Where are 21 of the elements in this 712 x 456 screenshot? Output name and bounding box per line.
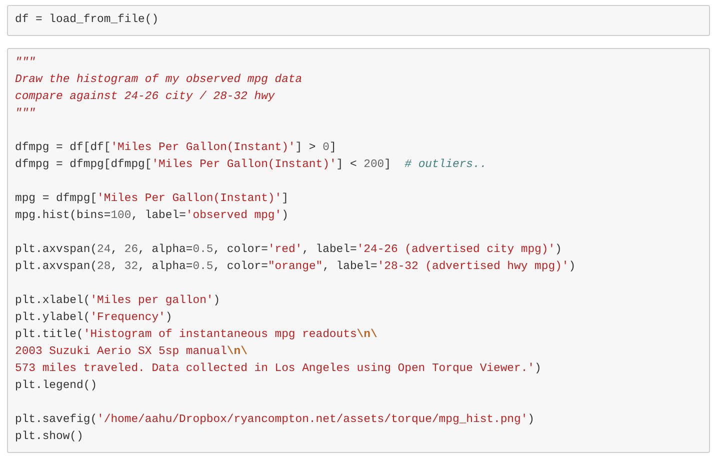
code-line: 2003 Suzuki Aerio SX 5sp manual\n\ xyxy=(15,344,248,360)
code-line: """ xyxy=(15,106,37,122)
code-line: plt.legend() xyxy=(15,378,98,394)
code-line: plt.axvspan(28, 32, alpha=0.5, color="orange", label='28-32 (advertised hwy mpg)') xyxy=(15,260,577,275)
code-cell[interactable]: df = load_from_file() xyxy=(7,5,710,36)
code-line: mpg.hist(bins=100, label='observed mpg') xyxy=(15,208,290,224)
code-line: plt.xlabel('Miles per gallon') xyxy=(15,294,222,309)
code-line: dfmpg = dfmpg[dfmpg['Miles Per Gallon(Instant)'] < 200] # outliers.. xyxy=(15,158,488,173)
code-line: plt.axvspan(24, 26, alpha=0.5, color='red', label='24-26 (advertised city mpg)') xyxy=(15,242,563,258)
code-line: plt.savefig('/home/aahu/Dropbox/ryancompton.net/assets/torque/mpg_hist.png') xyxy=(15,412,536,428)
code-line: mpg = dfmpg['Miles Per Gallon(Instant)'] xyxy=(15,192,290,207)
code-line: dfmpg = df[df['Miles Per Gallon(Instant)'] > 0] xyxy=(15,140,338,156)
code-line: df = load_from_file() xyxy=(15,12,160,28)
code-line: plt.ylabel('Frequency') xyxy=(15,310,174,326)
code-line: Draw the histogram of my observed mpg data xyxy=(15,72,304,88)
code-line: plt.show() xyxy=(15,430,84,445)
code-line: compare against 24-26 city / 28-32 hwy xyxy=(15,90,276,105)
code-line: plt.title('Histogram of instantaneous mpg readouts\n\ xyxy=(15,328,378,343)
code-line: """ xyxy=(15,56,37,71)
code-line: 573 miles traveled. Data collected in Los Angeles using Open Torque Viewer.') xyxy=(15,362,542,377)
code-cell[interactable] xyxy=(7,48,710,453)
